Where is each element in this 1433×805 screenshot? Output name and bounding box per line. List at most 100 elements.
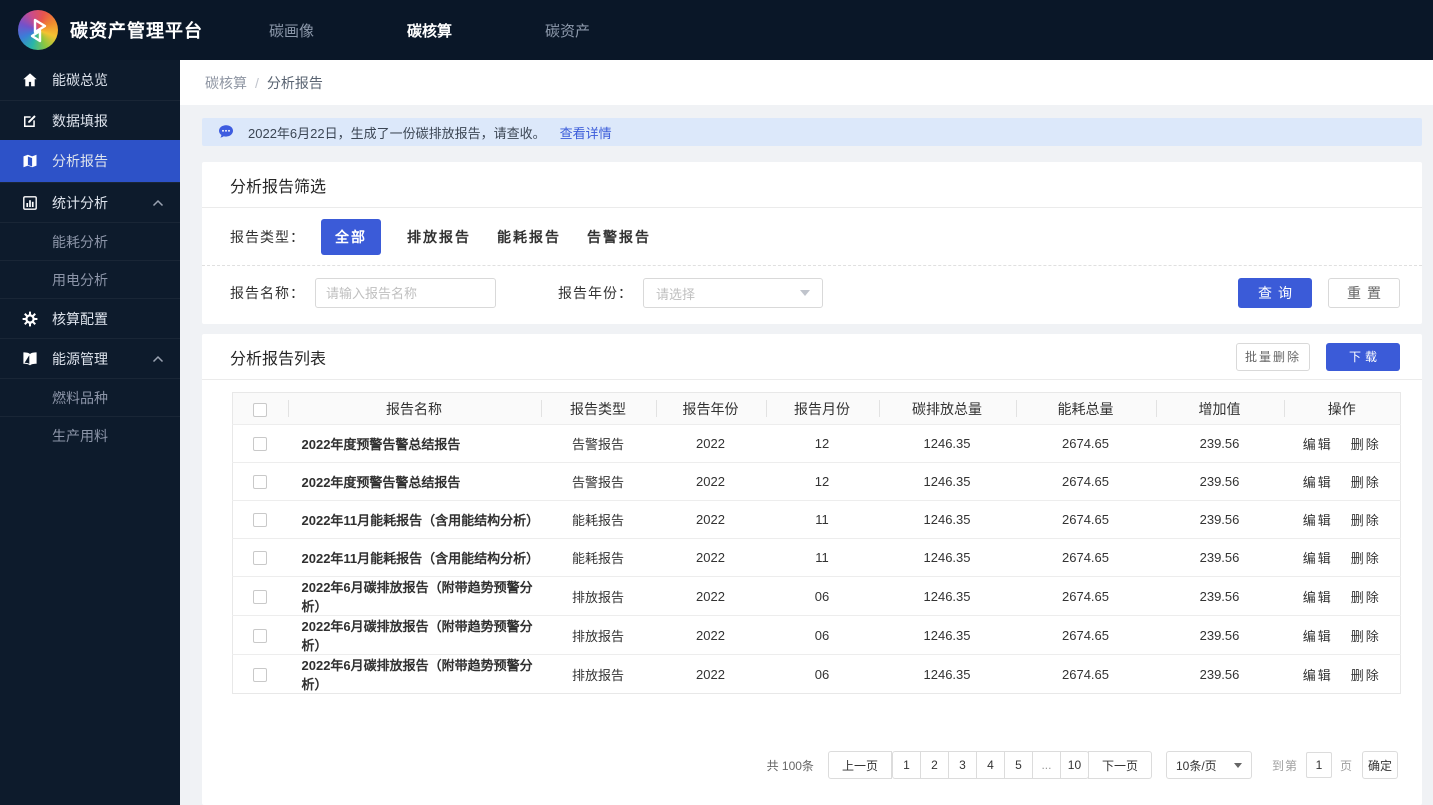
edit-link[interactable]: 编辑 [1303, 590, 1333, 605]
report-type-tab[interactable]: 告警报告 [587, 227, 651, 247]
gear-icon [22, 311, 38, 327]
batch-delete-button[interactable]: 批量删除 [1236, 342, 1310, 371]
chevron-up-icon [152, 199, 164, 207]
carbon-total-cell: 1246.35 [878, 654, 1016, 694]
sidebar-item-book[interactable]: 能源管理 [0, 338, 180, 378]
sidebar-subitem[interactable]: 用电分析 [0, 260, 180, 298]
page-button[interactable]: 10 [1059, 751, 1089, 779]
sidebar-item-home[interactable]: 能碳总览 [0, 60, 180, 100]
row-checkbox[interactable] [253, 589, 268, 604]
goto-confirm-button[interactable]: 确定 [1362, 751, 1398, 779]
edit-link[interactable]: 编辑 [1303, 513, 1333, 528]
energy-total-cell: 2674.65 [1015, 576, 1156, 616]
next-page-button[interactable]: 下一页 [1087, 751, 1152, 779]
top-nav-item-0[interactable]: 碳画像 [269, 20, 314, 41]
notification-text: 2022年6月22日，生成了一份碳排放报告，请查收。 [248, 125, 546, 141]
top-nav-item-1[interactable]: 碳核算 [407, 20, 452, 41]
row-actions-cell: 编辑 删除 [1283, 615, 1401, 655]
table-row: 2022年6月碳排放报告（附带趋势预警分析） 排放报告 2022 06 1246.35 2… [232, 654, 1401, 694]
view-details-link[interactable]: 查看详情 [560, 123, 612, 142]
chevron-down-icon [1233, 762, 1242, 768]
report-type-label: 报告类型： [230, 228, 305, 245]
delete-link[interactable]: 删除 [1351, 551, 1381, 566]
page-size-select[interactable]: 10条/页 [1165, 751, 1252, 779]
table-row: 2022年6月碳排放报告（附带趋势预警分析） 排放报告 2022 06 1246.35 2… [232, 576, 1401, 616]
sidebar-subitem[interactable]: 燃料品种 [0, 378, 180, 416]
filter-buttons: 查询 重置 [1238, 278, 1400, 308]
edit-link[interactable]: 编辑 [1303, 629, 1333, 644]
page-button[interactable]: 4 [975, 751, 1005, 779]
list-card-title: 分析报告列表 [230, 350, 327, 368]
select-all-checkbox[interactable] [253, 402, 268, 417]
sidebar-subitem[interactable]: 能耗分析 [0, 222, 180, 260]
notification-bar: 2022年6月22日，生成了一份碳排放报告，请查收。 查看详情 [202, 118, 1422, 146]
sidebar-item-report[interactable]: 分析报告 [0, 140, 180, 182]
table-row: 2022年11月能耗报告（含用能结构分析） 能耗报告 2022 11 1246.35 26… [232, 500, 1401, 539]
report-name-cell: 2022年度预警告警总结报告 [287, 462, 541, 501]
sidebar-item-label: 统计分析 [52, 194, 108, 211]
energy-total-cell: 2674.65 [1015, 615, 1156, 655]
report-type-tab[interactable]: 能耗报告 [497, 227, 561, 247]
page-unit-label: 页 [1339, 758, 1352, 773]
page-button[interactable]: 3 [947, 751, 977, 779]
top-nav-item-2[interactable]: 碳资产 [545, 20, 590, 41]
page-button[interactable]: 5 [1003, 751, 1033, 779]
delete-link[interactable]: 删除 [1351, 513, 1381, 528]
home-icon [22, 72, 38, 88]
report-year-cell: 2022 [655, 538, 766, 577]
topbar: 碳资产管理平台 碳画像 碳核算 碳资产 [0, 0, 1433, 60]
main-area: 碳核算 / 分析报告 2022年6月22日，生成了一份碳排放报告，请查收。 查看… [180, 60, 1433, 805]
sidebar-item-label: 分析报告 [52, 153, 108, 169]
row-select-cell [232, 462, 288, 501]
page-button[interactable]: 2 [919, 751, 949, 779]
added-value-cell: 239.56 [1155, 424, 1284, 463]
row-select-cell [232, 654, 288, 694]
sidebar-item-edit[interactable]: 数据填报 [0, 100, 180, 140]
prev-page-button[interactable]: 上一页 [827, 751, 892, 779]
filter-fields-row: 报告名称： 报告年份： 请选择 查询 重置 [202, 266, 1422, 324]
search-button[interactable]: 查询 [1238, 278, 1312, 308]
row-checkbox[interactable] [253, 628, 268, 643]
row-actions-cell: 编辑 删除 [1283, 500, 1401, 539]
delete-link[interactable]: 删除 [1351, 437, 1381, 452]
delete-link[interactable]: 删除 [1351, 475, 1381, 490]
row-checkbox[interactable] [253, 667, 268, 682]
edit-link[interactable]: 编辑 [1303, 668, 1333, 683]
row-checkbox[interactable] [253, 437, 268, 452]
sidebar: 能碳总览数据填报分析报告统计分析能耗分析 用电分析 核算配置 能源管理 燃料品种 生产用料 [0, 60, 180, 805]
delete-link[interactable]: 删除 [1351, 668, 1381, 683]
report-type-tab[interactable]: 排放报告 [407, 227, 471, 247]
report-type-row: 报告类型： 全部 排放报告 能耗报告 告警报告 [202, 208, 1422, 266]
added-value-cell: 239.56 [1155, 576, 1284, 616]
row-select-cell [232, 538, 288, 577]
row-checkbox[interactable] [253, 551, 268, 566]
page-button[interactable]: 1 [891, 751, 921, 779]
page-buttons: 1 2 3 4 5... 10 [891, 751, 1089, 779]
edit-link[interactable]: 编辑 [1303, 475, 1333, 490]
row-actions-cell: 编辑 删除 [1283, 462, 1401, 501]
edit-link[interactable]: 编辑 [1303, 437, 1333, 452]
report-name-input[interactable] [315, 278, 496, 308]
download-button[interactable]: 下载 [1326, 342, 1400, 371]
row-actions-cell: 编辑 删除 [1283, 654, 1401, 694]
sidebar-item-gear[interactable]: 核算配置 [0, 298, 180, 338]
delete-link[interactable]: 删除 [1351, 590, 1381, 605]
report-type-cell: 告警报告 [540, 424, 656, 463]
report-table: 报告名称 报告类型 报告年份 报告月份 碳排放总量 能耗总量 增加值 操作 2022年度预警告… [232, 392, 1401, 694]
app-root: 碳资产管理平台 碳画像 碳核算 碳资产 能碳总览 数据填报 分析报告 统计分析 能耗分析 用电… [0, 0, 1433, 805]
report-year-select[interactable]: 请选择 [643, 278, 823, 308]
row-actions-cell: 编辑 删除 [1283, 576, 1401, 616]
sidebar-item-chart[interactable]: 统计分析 [0, 182, 180, 222]
edit-link[interactable]: 编辑 [1303, 551, 1333, 566]
goto-page-input[interactable] [1305, 752, 1332, 778]
page-ellipsis-button[interactable]: ... [1031, 751, 1061, 779]
sidebar-item-label: 数据填报 [52, 112, 108, 129]
delete-link[interactable]: 删除 [1351, 629, 1381, 644]
breadcrumb-parent[interactable]: 碳核算 [205, 73, 247, 93]
reset-button[interactable]: 重置 [1328, 278, 1400, 308]
row-checkbox[interactable] [253, 475, 268, 490]
report-type-tab[interactable]: 全部 [321, 218, 381, 255]
row-checkbox[interactable] [253, 513, 268, 528]
sidebar-subitem[interactable]: 生产用料 [0, 416, 180, 454]
brand-logo-icon [18, 10, 58, 50]
